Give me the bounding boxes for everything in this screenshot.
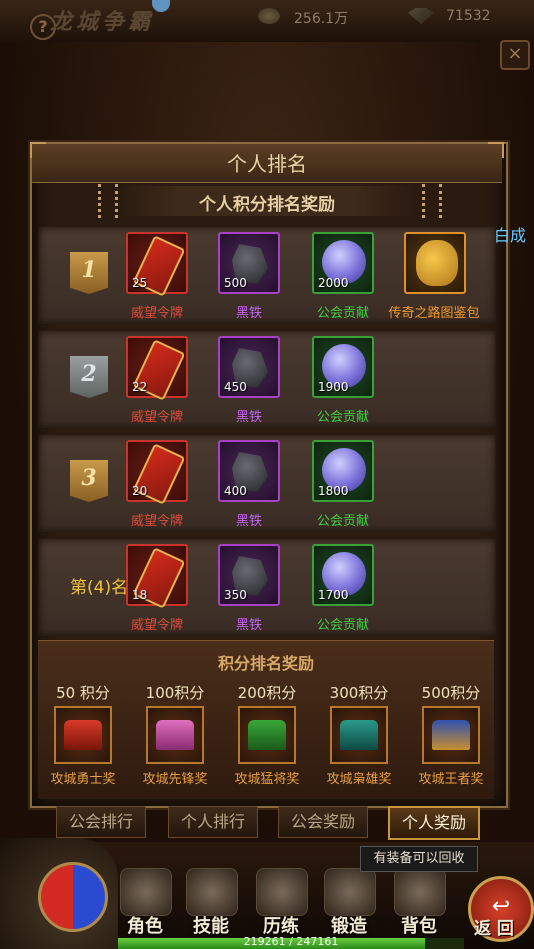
item-name: 威望令牌 xyxy=(130,410,183,425)
skills-nav-button[interactable]: 技能 xyxy=(180,868,242,940)
points-threshold: 100积分 xyxy=(145,684,205,702)
close-button[interactable]: × xyxy=(500,40,530,70)
reward-item-slot[interactable]: 18 xyxy=(126,544,188,609)
item-name: 威望令牌 xyxy=(130,306,183,321)
item-quantity: 350 xyxy=(224,588,247,602)
item-quantity: 25 xyxy=(132,276,148,290)
item-name: 威望令牌 xyxy=(130,618,183,633)
reward-item-slot[interactable]: 20 xyxy=(126,440,188,505)
item-quantity: 1700 xyxy=(318,588,349,602)
reward-item-slot[interactable]: 1800 xyxy=(312,440,374,502)
green-chest-icon xyxy=(248,720,286,750)
tab-1[interactable]: 公会排行 xyxy=(56,806,146,838)
reward-chest-slot[interactable] xyxy=(146,706,204,764)
chain-ornament-right xyxy=(422,184,442,218)
forge-icon xyxy=(324,868,376,916)
item-name: 公会贡献 xyxy=(316,618,369,633)
item-name: 黑铁 xyxy=(235,514,262,529)
reward-chest-slot[interactable] xyxy=(422,706,480,764)
item-quantity: 22 xyxy=(132,380,148,394)
item-name: 黑铁 xyxy=(235,306,262,321)
tab-4[interactable]: 个人奖励 xyxy=(388,806,480,840)
reward-item-slot[interactable]: 1900 xyxy=(312,336,374,398)
rank-flag-icon: 1 xyxy=(70,252,108,294)
reward-item-slot[interactable]: 350 xyxy=(218,544,280,606)
reward-item-slot[interactable]: 2000 xyxy=(312,232,374,294)
item-name: 黑铁 xyxy=(235,410,262,425)
item-name: 传奇之路图鉴包 xyxy=(388,306,480,321)
reward-chest-slot[interactable] xyxy=(238,706,296,764)
teal-chest-icon xyxy=(340,720,378,750)
tab-2[interactable]: 个人排行 xyxy=(168,806,258,838)
recycle-tooltip[interactable]: 有装备可以回收 xyxy=(360,846,478,872)
character-nav-button[interactable]: 角色 xyxy=(114,868,176,940)
training-nav-button[interactable]: 历练 xyxy=(250,868,312,940)
red-chest-icon xyxy=(64,720,102,750)
item-quantity: 450 xyxy=(224,380,247,394)
xp-text: 219261 / 247161 xyxy=(243,935,339,948)
bag-icon xyxy=(394,868,446,916)
character-icon xyxy=(120,868,172,916)
bag-icon xyxy=(416,240,458,286)
points-threshold: 300积分 xyxy=(329,684,389,702)
points-reward-title: 积分排名奖励 xyxy=(217,654,314,673)
item-quantity: 500 xyxy=(224,276,247,290)
rank-flag-icon: 2 xyxy=(70,356,108,398)
forge-nav-button[interactable]: 锻造 xyxy=(318,868,380,940)
reward-item-slot[interactable]: 25 xyxy=(126,232,188,297)
reward-item-slot[interactable]: 22 xyxy=(126,336,188,401)
item-quantity: 1900 xyxy=(318,380,349,394)
item-name: 威望令牌 xyxy=(130,514,183,529)
item-quantity: 2000 xyxy=(318,276,349,290)
reward-chest-slot[interactable] xyxy=(330,706,388,764)
gold-amount: 256.1万 xyxy=(294,11,349,27)
training-icon xyxy=(256,868,308,916)
chest-name: 攻城勇士奖 xyxy=(50,772,116,787)
item-name: 公会贡献 xyxy=(316,514,369,529)
bag-nav-button[interactable]: 背包 xyxy=(388,868,450,940)
item-quantity: 1800 xyxy=(318,484,349,498)
item-name: 公会贡献 xyxy=(316,410,369,425)
back-label: 返 回 xyxy=(474,919,514,939)
points-threshold: 500积分 xyxy=(421,684,481,702)
rank-flag-icon: 3 xyxy=(70,460,108,502)
item-quantity: 20 xyxy=(132,484,148,498)
chest-name: 攻城猛将奖 xyxy=(234,772,300,787)
reward-item-slot[interactable]: 500 xyxy=(218,232,280,294)
points-threshold: 50 积分 xyxy=(56,684,110,702)
corner-ornament xyxy=(488,142,504,158)
chain-ornament-left xyxy=(98,184,118,218)
item-quantity: 18 xyxy=(132,588,148,602)
gem-amount: 71532 xyxy=(446,8,491,24)
chest-name: 攻城王者奖 xyxy=(418,772,484,787)
reward-item-slot[interactable]: 1700 xyxy=(312,544,374,606)
corner-ornament xyxy=(30,142,46,158)
tab-3[interactable]: 公会奖励 xyxy=(278,806,368,838)
item-quantity: 400 xyxy=(224,484,247,498)
points-threshold: 200积分 xyxy=(237,684,297,702)
pink-chest-icon xyxy=(156,720,194,750)
chest-name: 攻城枭雄奖 xyxy=(326,772,392,787)
taiji-orb-icon[interactable] xyxy=(38,862,108,932)
reward-item-slot[interactable] xyxy=(404,232,466,294)
item-name: 黑铁 xyxy=(235,618,262,633)
chest-name: 攻城先锋奖 xyxy=(142,772,208,787)
item-name: 公会贡献 xyxy=(316,306,369,321)
reward-item-slot[interactable]: 450 xyxy=(218,336,280,398)
event-title: 龙城争霸 xyxy=(50,10,155,35)
reward-chest-slot[interactable] xyxy=(54,706,112,764)
gold-chest-icon xyxy=(432,720,470,750)
reward-item-slot[interactable]: 400 xyxy=(218,440,280,502)
gold-coin-icon xyxy=(258,8,280,24)
rank-label: 第(4)名 xyxy=(70,578,129,598)
panel-title: 个人排名 xyxy=(227,152,307,176)
subtitle: 个人积分排名奖励 xyxy=(199,195,335,215)
skills-icon xyxy=(186,868,238,916)
